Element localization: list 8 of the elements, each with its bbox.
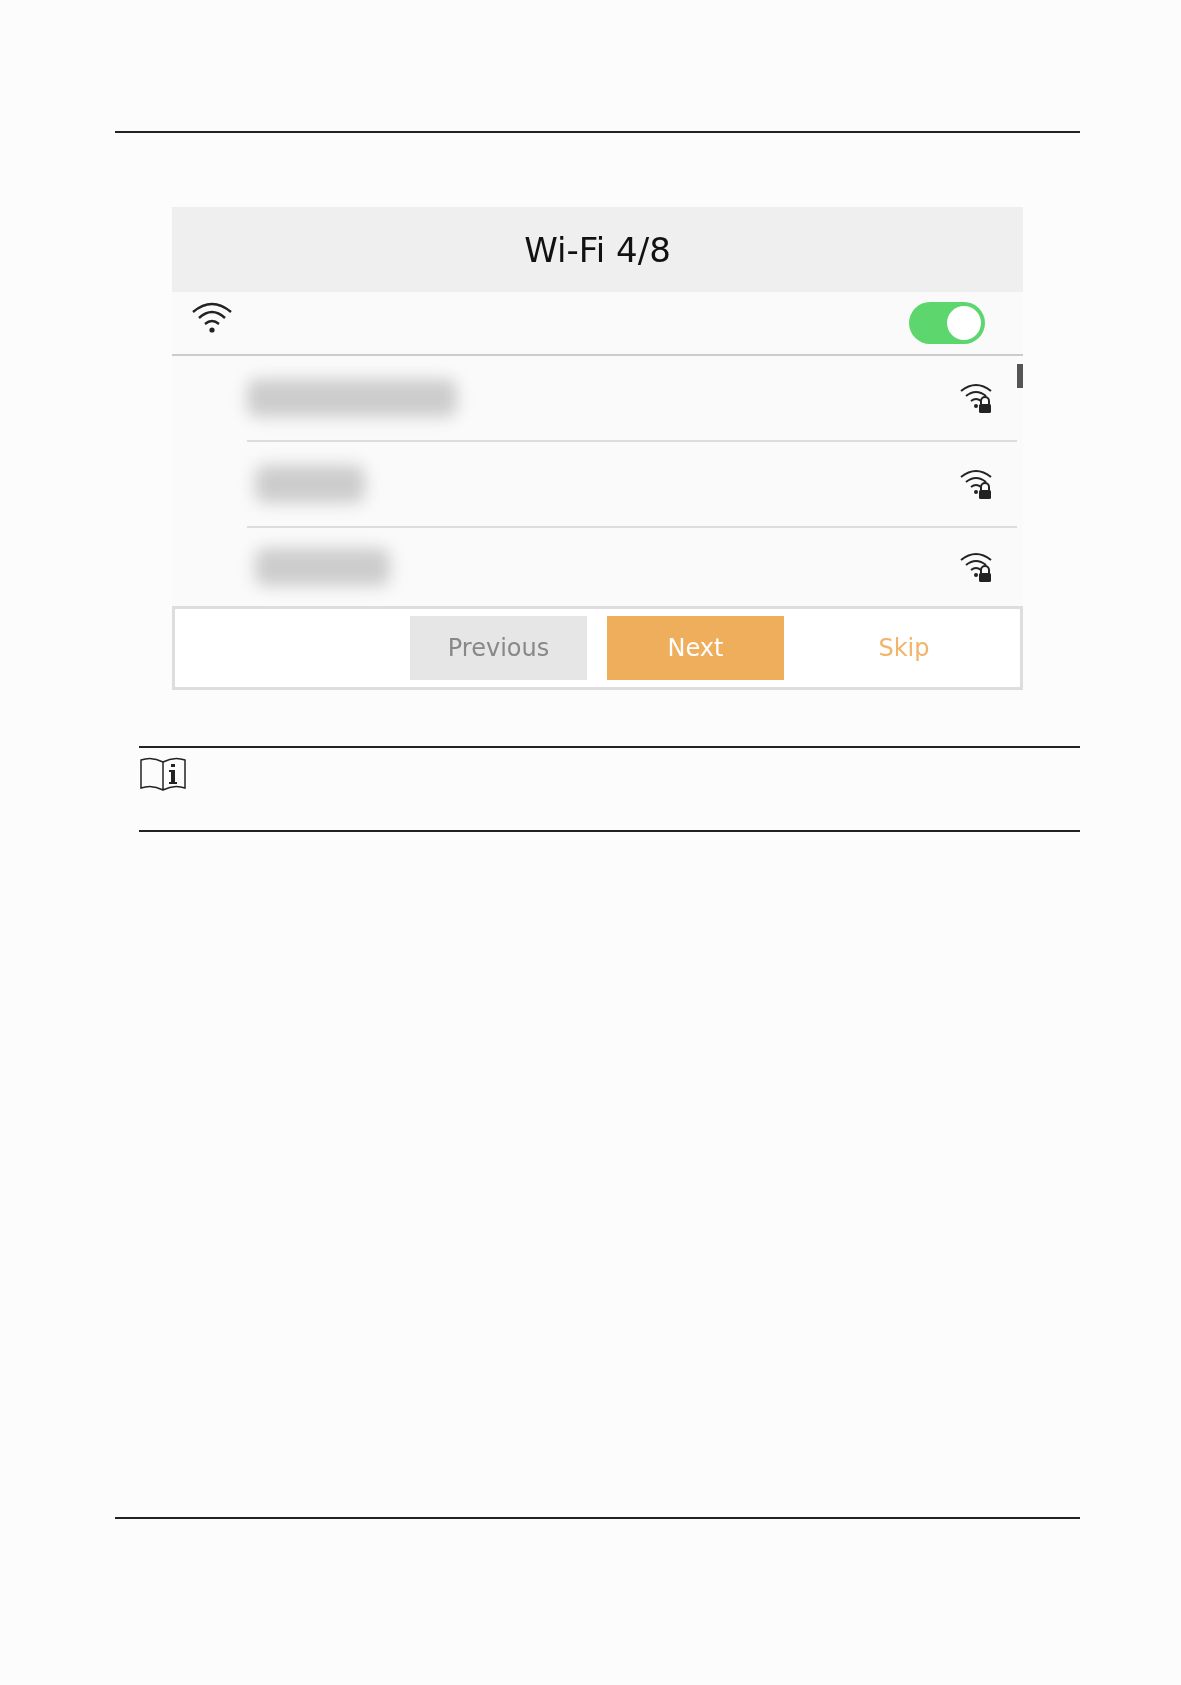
- next-button[interactable]: Next: [607, 616, 784, 680]
- scrollbar-thumb[interactable]: [1017, 364, 1023, 388]
- screen-title: Wi-Fi 4/8: [172, 207, 1023, 292]
- wifi-icon: [190, 300, 234, 334]
- previous-button[interactable]: Previous: [410, 616, 587, 680]
- toggle-switch[interactable]: [909, 302, 985, 344]
- skip-link[interactable]: Skip: [854, 616, 954, 680]
- note-icon: [139, 756, 187, 792]
